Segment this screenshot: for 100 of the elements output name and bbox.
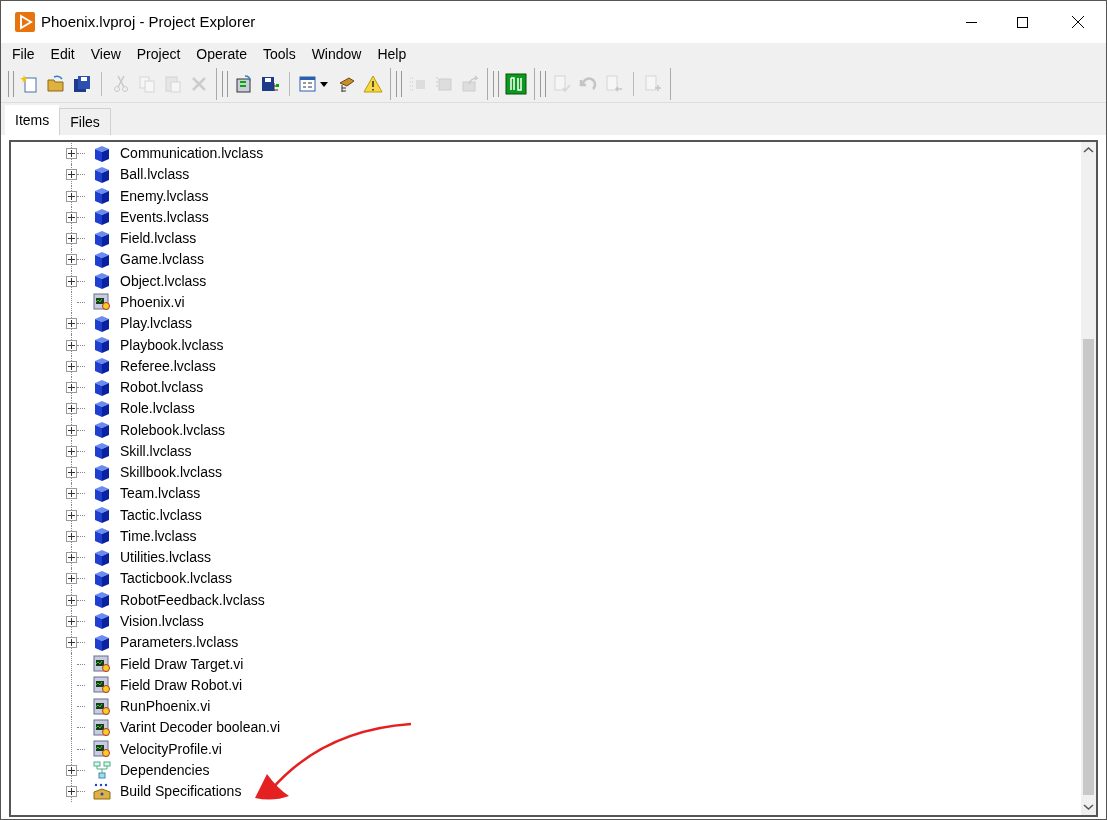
expand-toggle-icon[interactable] — [66, 211, 77, 223]
tree-item-label[interactable]: Ball.lvclass — [120, 164, 190, 186]
menu-item[interactable]: File — [4, 43, 43, 65]
expand-toggle-icon[interactable] — [66, 190, 77, 202]
tree-item-label[interactable]: Parameters.lvclass — [120, 632, 239, 654]
build-box-icon — [93, 782, 111, 801]
expand-toggle-icon[interactable] — [66, 530, 77, 542]
expand-toggle-icon[interactable] — [66, 318, 77, 330]
cube-icon — [94, 421, 110, 440]
tree-item-label[interactable]: Field Draw Target.vi — [120, 653, 244, 675]
menu-item[interactable]: Window — [303, 43, 370, 65]
cube-icon — [94, 208, 110, 227]
expand-toggle-icon[interactable] — [66, 488, 77, 500]
tab[interactable]: Items — [5, 105, 60, 135]
tree-item-label[interactable]: Communication.lvclass — [120, 143, 264, 165]
menu-item[interactable]: Help — [369, 43, 415, 65]
tree-item-label[interactable]: Robot.lvclass — [120, 377, 204, 399]
vi-icon — [93, 740, 111, 759]
expand-toggle-icon[interactable] — [66, 148, 77, 160]
plus-icon — [68, 511, 75, 519]
tree-item-label[interactable]: Play.lvclass — [120, 313, 193, 335]
cube-icon — [94, 548, 110, 567]
tree-item-label[interactable]: Team.lvclass — [120, 483, 201, 505]
tree-item-label[interactable]: Rolebook.lvclass — [120, 419, 226, 441]
plus-icon — [68, 596, 75, 604]
save-all-icon — [72, 73, 92, 94]
plus-icon — [68, 766, 75, 774]
open-icon — [46, 73, 66, 94]
expand-toggle-icon[interactable] — [66, 382, 77, 394]
menu-item[interactable]: Project — [128, 43, 189, 65]
plus-icon — [68, 554, 75, 562]
tree-item-label[interactable]: Events.lvclass — [120, 206, 209, 228]
paste-icon — [163, 73, 183, 94]
tree-item-label[interactable]: Varint Decoder boolean.vi — [120, 717, 281, 739]
tree-item-label[interactable]: RobotFeedback.lvclass — [120, 589, 265, 611]
expand-toggle-icon[interactable] — [66, 360, 77, 372]
tab[interactable]: Files — [59, 108, 111, 135]
menu-item[interactable]: Operate — [188, 43, 255, 65]
tree-item-label[interactable]: Tactic.lvclass — [120, 504, 202, 526]
cube-icon — [94, 442, 110, 461]
tree-item-label[interactable]: Utilities.lvclass — [120, 547, 211, 569]
expand-toggle-icon[interactable] — [66, 573, 77, 585]
expand-toggle-icon[interactable] — [66, 403, 77, 415]
expand-toggle-icon[interactable] — [66, 594, 77, 606]
expand-toggle-icon[interactable] — [66, 786, 77, 798]
tree-item-label[interactable]: VelocityProfile.vi — [120, 738, 222, 760]
tree-item-label[interactable]: Time.lvclass — [120, 525, 197, 547]
expand-toggle-icon[interactable] — [66, 169, 77, 181]
expand-toggle-icon[interactable] — [66, 552, 77, 564]
expand-toggle-icon[interactable] — [66, 233, 77, 245]
plus-icon — [68, 277, 75, 285]
expand-toggle-icon[interactable] — [66, 467, 77, 479]
maximize-icon — [1016, 16, 1028, 28]
cut-icon — [111, 73, 131, 94]
menu-item[interactable]: View — [82, 43, 129, 65]
expand-toggle-icon[interactable] — [66, 275, 77, 287]
plus-icon — [68, 213, 75, 221]
tree-item-label[interactable]: RunPhoenix.vi — [120, 696, 211, 718]
view-dropdown-icon — [299, 73, 331, 94]
tree-item-label[interactable]: Dependencies — [120, 759, 210, 781]
expand-toggle-icon[interactable] — [66, 254, 77, 266]
tree-item-label[interactable]: Phoenix.vi — [120, 292, 185, 313]
tree-item-label[interactable]: Game.lvclass — [120, 249, 205, 271]
vi-icon — [93, 293, 111, 312]
expand-toggle-icon[interactable] — [66, 445, 77, 457]
tree-item-label[interactable]: Tacticbook.lvclass — [120, 568, 233, 590]
tree-item-label[interactable]: Playbook.lvclass — [120, 334, 224, 356]
tree-item-label[interactable]: Enemy.lvclass — [120, 185, 209, 207]
tree-item-label[interactable]: Object.lvclass — [120, 270, 207, 292]
tree-item-label[interactable]: Skillbook.lvclass — [120, 462, 222, 484]
expand-toggle-icon[interactable] — [66, 764, 77, 776]
close-icon — [1072, 16, 1084, 28]
tree-item-label[interactable]: Field Draw Robot.vi — [120, 674, 243, 696]
new-icon — [20, 73, 40, 94]
export-icon — [460, 73, 480, 94]
vi-icon — [93, 718, 111, 737]
plus-icon — [68, 362, 75, 370]
scrollbar-thumb[interactable] — [1083, 339, 1094, 795]
app-logo-icon — [15, 12, 35, 32]
expand-toggle-icon[interactable] — [66, 424, 77, 436]
tree-item-label[interactable]: Role.lvclass — [120, 398, 195, 420]
menu-item[interactable]: Tools — [254, 43, 304, 65]
expand-toggle-icon[interactable] — [66, 509, 77, 521]
tree-item-label[interactable]: Field.lvclass — [120, 228, 197, 250]
cube-icon — [94, 463, 110, 482]
menu-item[interactable]: Edit — [42, 43, 83, 65]
warning-icon — [363, 73, 383, 94]
tree-item-label[interactable]: Referee.lvclass — [120, 355, 216, 377]
tree-item-label[interactable]: Skill.lvclass — [120, 440, 192, 462]
expand-toggle-icon[interactable] — [66, 637, 77, 649]
plus-icon — [68, 617, 75, 625]
tree-item-label[interactable]: Vision.lvclass — [120, 610, 204, 632]
plus-icon — [68, 639, 75, 647]
window-title: Phoenix.lvproj - Project Explorer — [41, 11, 256, 32]
expand-toggle-icon[interactable] — [66, 615, 77, 627]
cube-icon — [94, 633, 110, 652]
cube-icon — [94, 591, 110, 610]
tree-item-label[interactable]: Build Specifications — [120, 781, 242, 803]
expand-toggle-icon[interactable] — [66, 339, 77, 351]
plus-icon — [68, 256, 75, 264]
